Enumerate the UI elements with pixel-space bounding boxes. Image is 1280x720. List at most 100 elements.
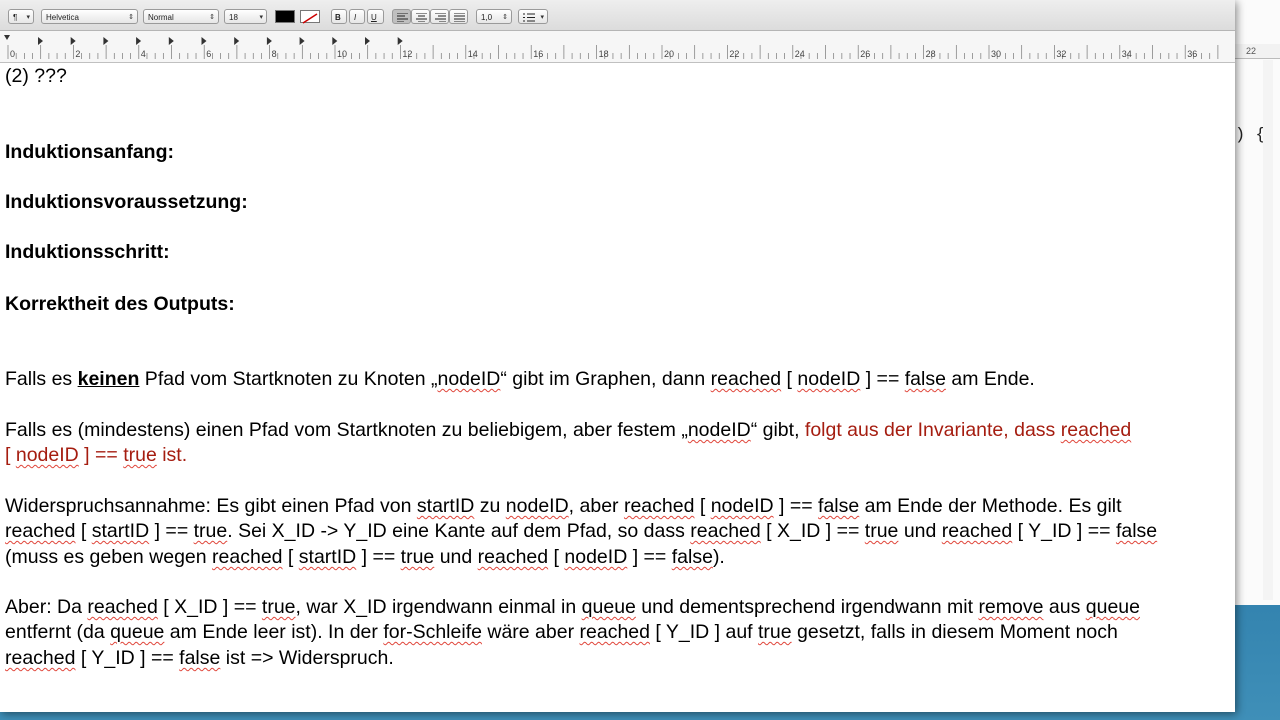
misspelled-word: nodeID (505, 495, 569, 517)
text-run: [ (694, 495, 711, 517)
text-run: [ (548, 546, 565, 568)
tab-stop-marker[interactable] (168, 37, 174, 45)
underline-button[interactable]: U (367, 9, 384, 24)
ruler-label: 16 (533, 49, 543, 59)
font-style-popup[interactable]: Normal ⇕ (143, 9, 219, 24)
chevron-down-icon: ▾ (540, 14, 544, 21)
misspelled-word: startID (91, 520, 150, 542)
list-bullets-popup[interactable]: ▾ (518, 9, 548, 24)
misspelled-word: false (1115, 520, 1158, 542)
red-text-run: ist. (156, 444, 188, 466)
misspelled-word: reached (5, 520, 76, 542)
tab-stop-marker[interactable] (201, 37, 207, 45)
ruler-label: 6 (206, 49, 211, 59)
ruler-label: 10 (337, 49, 347, 59)
no-color-slash-icon (302, 13, 318, 24)
text-run: Falls es (mindestens) einen Pfad vom Sta… (5, 419, 688, 441)
red-text-run: [ (5, 444, 16, 466)
align-center-icon (416, 12, 427, 23)
ruler-label: 20 (664, 49, 674, 59)
ruler-label: 26 (860, 49, 870, 59)
paragraph-widerspruch-line1: Widerspruchsannahme: Es gibt einen Pfad … (5, 494, 1122, 520)
format-toolbar: ¶ ▾ Helvetica ⇕ Normal ⇕ 18 ▾ B I U 1,0 … (0, 0, 1235, 31)
misspelled-word: true (758, 621, 792, 643)
misspelled-word: nodeID (687, 419, 751, 441)
paragraph-style-popup[interactable]: ¶ ▾ (8, 9, 34, 24)
misspelled-word: false (818, 495, 860, 517)
font-size-combo[interactable]: 18 ▾ (224, 9, 267, 24)
line-spacing-popup[interactable]: 1,0 ⇕ (476, 9, 512, 24)
emphasis-keinen: keinen (77, 368, 140, 390)
misspelled-word: reached (5, 647, 76, 669)
highlight-color-well[interactable] (300, 10, 320, 24)
font-family-popup[interactable]: Helvetica ⇕ (41, 9, 138, 24)
tab-stop-marker[interactable] (299, 37, 305, 45)
ruler-scale: 0 2 4 6 8 10 12 14 16 18 20 22 24 26 28 30 32 34 36 (4, 35, 1219, 59)
text-run: am Ende der Methode. Es gilt (859, 495, 1122, 517)
background-scrollbar[interactable] (1263, 60, 1273, 600)
paragraph-widerspruch-line3: (muss es geben wegen reached [ startID ]… (5, 545, 725, 571)
misspelled-word: reached (212, 546, 283, 568)
tab-stop-marker[interactable] (332, 37, 338, 45)
paragraph-aber-line2: entfernt (da queue am Ende leer ist). In… (5, 620, 1118, 646)
misspelled-word: startID (416, 495, 475, 517)
text-run: [ X_ID ] == (157, 596, 262, 618)
misspelled-word: nodeID (797, 368, 861, 390)
italic-button[interactable]: I (349, 9, 365, 24)
heading-induktionsschritt: Induktionsschritt: (5, 241, 170, 263)
text-run: “ gibt, (750, 419, 805, 441)
align-left-icon (397, 12, 408, 23)
align-center-button[interactable] (411, 9, 430, 24)
chevron-down-icon: ▾ (259, 14, 263, 21)
text-run: und dementsprechend irgendwann mit (635, 596, 979, 618)
text-run: , war X_ID irgendwann einmal in (295, 596, 582, 618)
misspelled-word: true (193, 520, 228, 542)
text-run: ). (712, 546, 725, 568)
text-run: [ Y_ID ] == (1012, 520, 1116, 542)
align-right-button[interactable] (430, 9, 449, 24)
tab-stop-marker[interactable] (234, 37, 240, 45)
text-run: entfernt (da (5, 621, 111, 643)
misspelled-word: false (904, 368, 946, 390)
justify-icon (454, 12, 465, 23)
misspelled-word: reached (710, 368, 782, 390)
misspelled-word: queue (110, 621, 165, 643)
misspelled-word: nodeID (437, 368, 501, 390)
text-run: am Ende. (945, 368, 1035, 390)
tab-stop-marker[interactable] (103, 37, 109, 45)
text-color-well[interactable] (275, 10, 295, 23)
text-run: [ Y_ID ] auf (649, 621, 759, 643)
tab-stop-marker[interactable] (365, 37, 370, 45)
misspelled-word: for-Schleife (383, 621, 482, 643)
text-run: (muss es geben wegen (5, 546, 213, 568)
font-style-label: Normal (148, 13, 174, 22)
paragraph-style-label: ¶ (13, 13, 18, 22)
tab-stop-marker[interactable] (70, 37, 76, 45)
ruler-label: 12 (402, 49, 412, 59)
misspelled-word: nodeID (564, 546, 628, 568)
bold-button[interactable]: B (331, 9, 347, 24)
ruler-label: 14 (468, 49, 478, 59)
chevron-down-icon: ▾ (26, 14, 30, 21)
text-run: wäre aber (481, 621, 580, 643)
text-run: [ Y_ID ] == (75, 647, 180, 669)
justify-button[interactable] (449, 9, 468, 24)
updown-arrow-icon: ⇕ (128, 14, 134, 21)
red-text-run: ] == (78, 444, 124, 466)
tab-stop-marker[interactable] (136, 37, 142, 45)
tab-stop-marker[interactable] (266, 37, 272, 45)
ruler-label: 32 (1056, 49, 1066, 59)
paragraph-mindestens-line2: [ nodeID ] == true ist. (5, 443, 187, 469)
tab-stop-marker[interactable] (38, 37, 43, 45)
text-run: Falls es (5, 368, 78, 390)
misspelled-word: reached (941, 520, 1013, 542)
paragraph-aber-line3: reached [ Y_ID ] == false ist => Widersp… (5, 646, 394, 672)
text-ruler[interactable]: 0 2 4 6 8 10 12 14 16 18 20 22 24 26 28 30 32 34 36 (0, 31, 1235, 63)
text-run: und (898, 520, 942, 542)
text-run: und (434, 546, 478, 568)
tab-stop-marker[interactable] (397, 37, 403, 45)
indent-marker[interactable] (4, 35, 10, 40)
align-left-button[interactable] (392, 9, 411, 24)
misspelled-word: queue (1085, 596, 1140, 618)
misspelled-word: startID (298, 546, 357, 568)
